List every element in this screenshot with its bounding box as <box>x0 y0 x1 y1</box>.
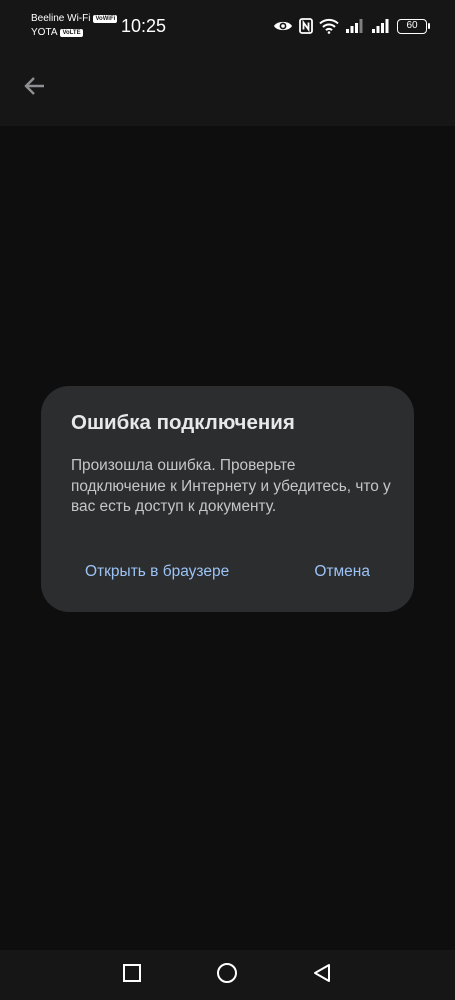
status-time: 10:25 <box>121 16 167 36</box>
carrier-1-tag: VoWiFi <box>93 15 118 23</box>
carrier-row-1: Beeline Wi-Fi VoWiFi <box>31 12 118 26</box>
nfc-icon <box>299 18 313 34</box>
triangle-back-icon <box>312 963 332 988</box>
dialog-actions: Открыть в браузере Отмена <box>41 552 414 592</box>
carrier-2-tag: VoLTE <box>60 29 83 37</box>
eye-icon <box>273 19 293 33</box>
screen: Beeline Wi-Fi VoWiFi YOTA VoLTE 10:25 60… <box>0 0 455 1000</box>
circle-icon <box>216 962 238 989</box>
status-icons: 60 <box>273 16 430 36</box>
signal-icon <box>345 18 365 34</box>
home-button[interactable] <box>210 958 244 992</box>
arrow-left-icon <box>23 76 45 101</box>
status-bar: Beeline Wi-Fi VoWiFi YOTA VoLTE 10:25 60 <box>0 0 455 52</box>
cancel-button[interactable]: Отмена <box>314 552 370 592</box>
recents-button[interactable] <box>115 958 149 992</box>
navigation-bar <box>0 950 455 1000</box>
open-in-browser-button[interactable]: Открыть в браузере <box>85 552 229 592</box>
wifi-icon <box>319 18 339 34</box>
carrier-row-2: YOTA VoLTE <box>31 26 117 40</box>
dialog-message: Произошла ошибка. Проверьте подключение … <box>71 457 391 515</box>
square-icon <box>122 963 142 988</box>
nav-back-button[interactable] <box>305 958 339 992</box>
back-button[interactable] <box>14 68 54 108</box>
carrier-1-name: Beeline Wi-Fi <box>31 13 91 24</box>
signal-icon <box>371 18 391 34</box>
error-dialog: Ошибка подключения Произошла ошибка. Про… <box>41 386 414 612</box>
app-bar <box>0 52 455 126</box>
battery-icon: 60 <box>397 18 430 34</box>
carrier-info: Beeline Wi-Fi VoWiFi YOTA VoLTE <box>31 12 118 40</box>
carrier-2-name: YOTA <box>31 27 58 38</box>
dialog-title: Ошибка подключения <box>71 411 295 434</box>
